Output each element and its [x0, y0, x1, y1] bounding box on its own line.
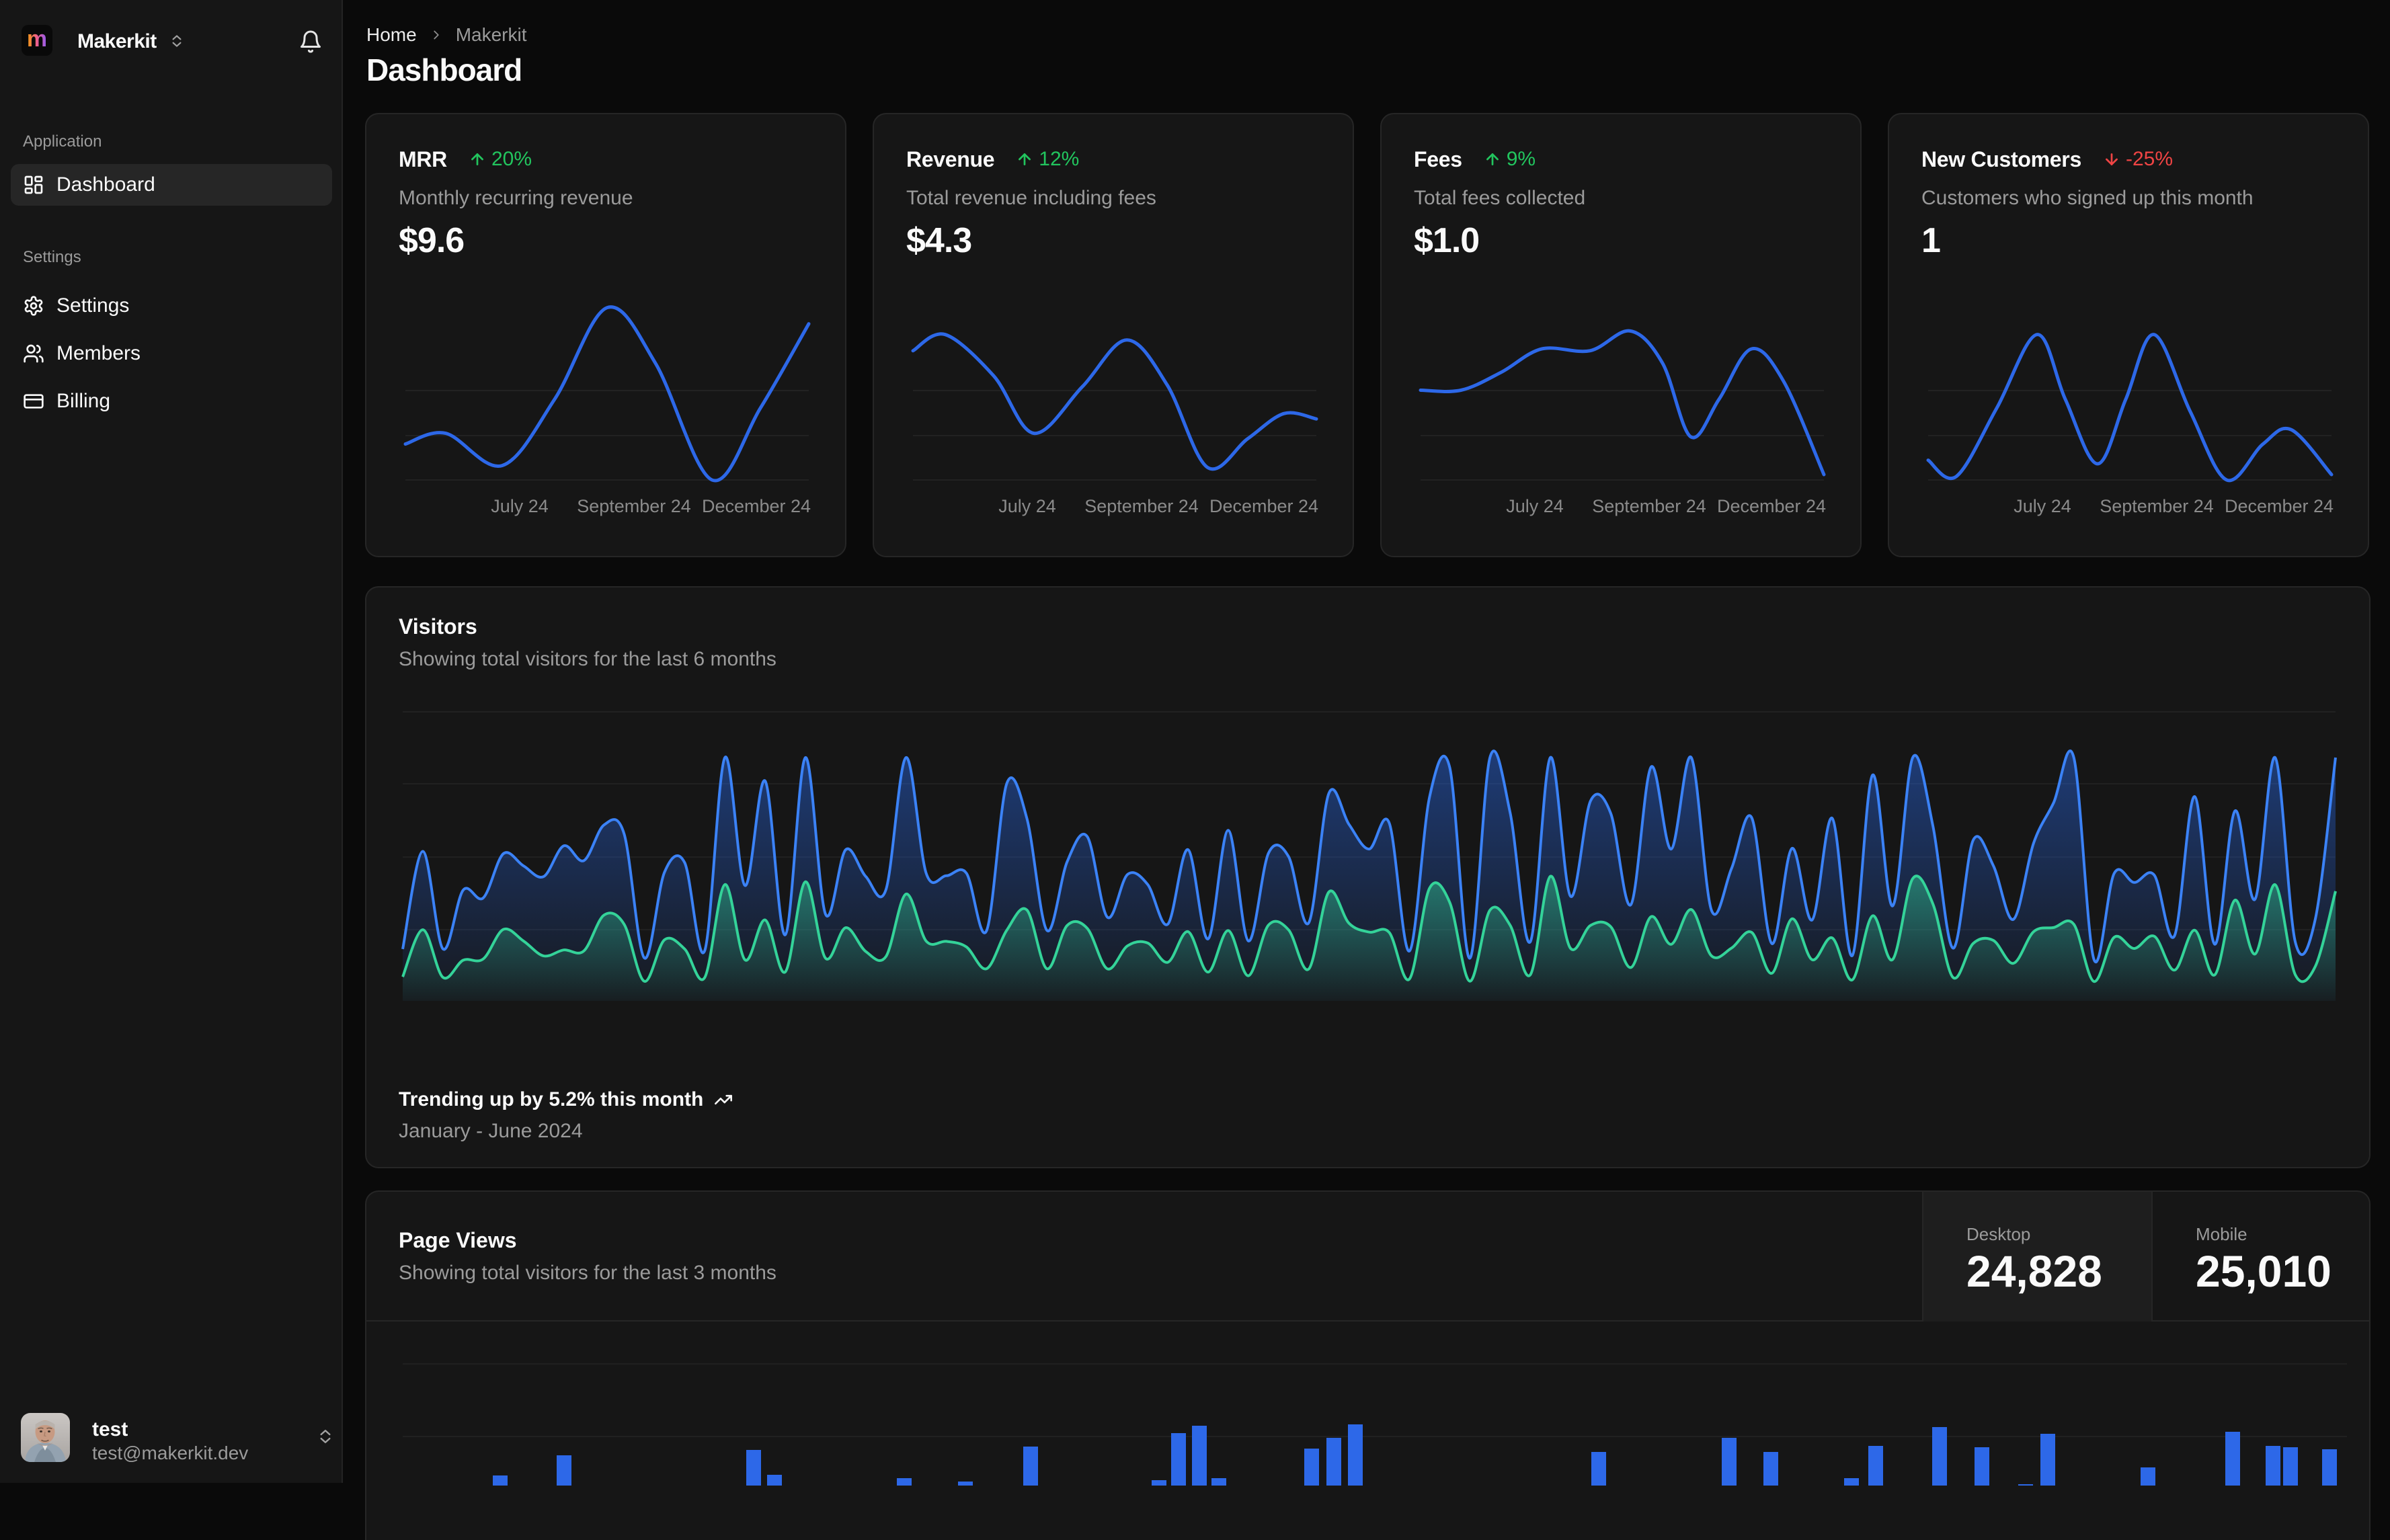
svg-text:December 24: December 24	[702, 496, 811, 516]
svg-text:September 24: September 24	[577, 496, 691, 516]
svg-text:m: m	[27, 26, 47, 52]
svg-text:July 24: July 24	[491, 496, 549, 516]
svg-text:December 24: December 24	[1209, 496, 1318, 516]
svg-text:July 24: July 24	[998, 496, 1056, 516]
svg-text:September 24: September 24	[1592, 496, 1706, 516]
svg-text:July 24: July 24	[1506, 496, 1564, 516]
svg-text:December 24: December 24	[2225, 496, 2334, 516]
svg-text:July 24: July 24	[2014, 496, 2071, 516]
svg-text:December 24: December 24	[1717, 496, 1826, 516]
svg-text:September 24: September 24	[2100, 496, 2214, 516]
svg-text:September 24: September 24	[1084, 496, 1199, 516]
